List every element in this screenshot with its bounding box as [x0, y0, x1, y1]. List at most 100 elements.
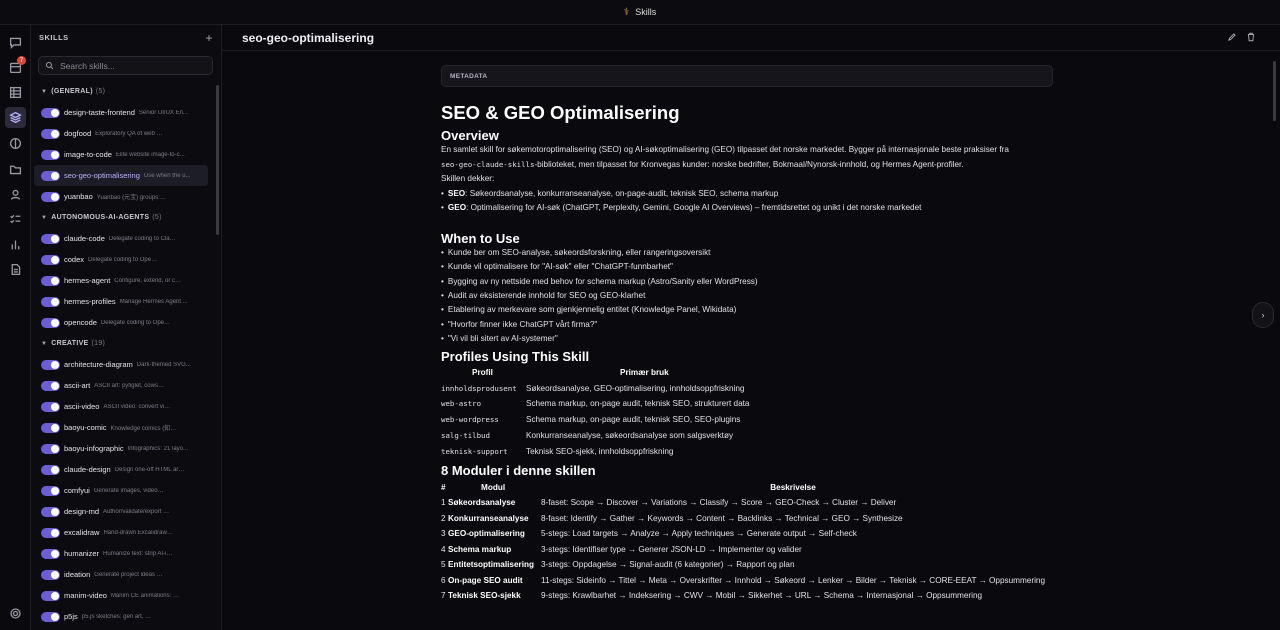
enable-toggle[interactable]	[41, 506, 60, 517]
sidebar-item-architecture-diagram[interactable]: architecture-diagram Dark-themed SVG...	[31, 354, 221, 375]
table-icon[interactable]	[8, 85, 23, 100]
group-header[interactable]: ▼ CREATIVE (19)	[31, 333, 221, 354]
sidebar-item-comfyui[interactable]: comfyuiGenerate images, video, and aud..…	[31, 480, 221, 501]
metadata-toggle[interactable]: METADATA	[441, 65, 1053, 87]
sidebar-item-ideation[interactable]: ideationGenerate project ideas via creat…	[31, 564, 221, 585]
sidebar-item-baoyu-comic[interactable]: baoyu-comic Knowledge comics (知识漫...	[31, 417, 221, 438]
module-desc: 3-stegs: Oppdagelse → Signal-audit (6 ka…	[541, 560, 795, 570]
profile-name: teknisk-support	[441, 446, 508, 456]
skill-name: opencode	[64, 318, 97, 327]
checklist-icon[interactable]	[8, 212, 23, 227]
group-label: CREATIVE	[51, 340, 89, 347]
col-profil: Profil	[472, 368, 493, 378]
chevron-right-icon[interactable]: ›	[1252, 302, 1274, 328]
skill-desc: Knowledge comics (知识漫...	[110, 426, 181, 432]
sidebar-item-ascii-art[interactable]: ascii-artASCII art: pyfiglet, cowsay, bo…	[31, 375, 221, 396]
skill-name: codex	[64, 255, 85, 264]
sidebar-item-hermes-agent[interactable]: hermes-agent Configure, extend, or cont..…	[31, 270, 221, 291]
sidebar-item-claude-design[interactable]: claude-design Design one-off HTML artif..…	[31, 459, 221, 480]
enable-toggle[interactable]	[41, 107, 60, 118]
module-desc: 3-stegs: Identifiser type → Generer JSON…	[541, 544, 802, 554]
skill-name: yuanbao	[64, 192, 93, 201]
skill-desc: ASCII video: convert video/au...	[103, 403, 174, 410]
profile-use: Konkurranseanalyse, søkeordsanalyse som …	[526, 430, 734, 440]
when-item: "Hvorfor finner ikke ChatGPT vårt firma?…	[441, 318, 1053, 332]
sidebar-item-claude-code[interactable]: claude-code Delegate coding to Claude ...	[31, 228, 221, 249]
sidebar-item-hermes-profiles[interactable]: hermes-profiles Manage Hermes Agent ...	[31, 291, 221, 312]
table-row: teknisk-support Teknisk SEO-sjekk, innhol…	[441, 443, 749, 459]
skill-desc: ASCII art: pyfiglet, cowsay, boxes...	[94, 382, 165, 389]
enable-toggle[interactable]	[41, 464, 60, 475]
enable-toggle[interactable]	[41, 611, 60, 622]
enable-toggle[interactable]	[41, 296, 60, 307]
enable-toggle[interactable]	[41, 401, 60, 412]
covers-list: SEO: Søkeordsanalyse, konkurranseanalyse…	[441, 187, 1053, 216]
main-scrollbar[interactable]	[1273, 61, 1276, 121]
covers-key: SEO	[447, 188, 466, 198]
sidebar-scrollbar[interactable]	[216, 85, 219, 235]
enable-toggle[interactable]	[41, 590, 60, 601]
enable-toggle[interactable]	[41, 548, 60, 559]
sidebar-item-excalidraw[interactable]: excalidrawHand-drawn Excalidraw JSON...	[31, 522, 221, 543]
enable-toggle[interactable]	[41, 485, 60, 496]
enable-toggle[interactable]	[41, 569, 60, 580]
add-skill-button[interactable]: +	[205, 31, 213, 45]
group-header[interactable]: ▼ AUTONOMOUS-AI-AGENTS (5)	[31, 207, 221, 228]
enable-toggle[interactable]	[41, 149, 60, 160]
sidebar-item-humanizer[interactable]: humanizerHumanize text: strip AI-isms a.…	[31, 543, 221, 564]
enable-toggle[interactable]	[41, 527, 60, 538]
enable-toggle[interactable]	[41, 443, 60, 454]
enable-toggle[interactable]	[41, 128, 60, 139]
enable-toggle[interactable]	[41, 191, 60, 202]
folder-icon[interactable]	[8, 162, 23, 177]
sidebar-item-yuanbao[interactable]: yuanbaoYuanbao (元宝) groups: @menti...	[31, 186, 221, 207]
overview-text-3: Skillen dekker:	[441, 174, 495, 183]
skills-layers-icon[interactable]	[5, 107, 26, 128]
search-skills-input[interactable]: Search skills...	[38, 56, 213, 75]
enable-toggle[interactable]	[41, 359, 60, 370]
document-icon[interactable]	[8, 262, 23, 277]
settings-gear-icon[interactable]	[8, 606, 23, 621]
module-name: Entitetsoptimalisering	[448, 560, 534, 570]
enable-toggle[interactable]	[41, 380, 60, 391]
brain-icon[interactable]	[8, 136, 23, 151]
sidebar-item-image-to-code[interactable]: image-to-code Elite website image-to-c...	[31, 144, 221, 165]
trash-icon[interactable]	[1246, 32, 1256, 42]
table-row: 6 On-page SEO audit 11-stegs: Sideinfo → T…	[441, 573, 1045, 589]
title-bar: ⚕ Skills	[0, 0, 1280, 25]
modules-table: # Modul Beskrivelse 1 Søkeordsanalyse 8-faset…	[441, 480, 1045, 604]
table-row: 4 Schema markup 3-stegs: Identifiser type …	[441, 542, 1045, 558]
enable-toggle[interactable]	[41, 317, 60, 328]
enable-toggle[interactable]	[41, 422, 60, 433]
sidebar-item-design-md[interactable]: design-mdAuthor/validate/export Googl...	[31, 501, 221, 522]
overview-heading: Overview	[441, 128, 499, 143]
inbox-icon[interactable]: 7	[8, 56, 26, 75]
module-number: 2	[441, 513, 446, 523]
enable-toggle[interactable]	[41, 254, 60, 265]
sidebar-item-dogfood[interactable]: dogfoodExploratory QA of web apps: fin..…	[31, 123, 221, 144]
sidebar-item-opencode[interactable]: opencodeDelegate coding to OpenCode...	[31, 312, 221, 333]
sidebar-item-seo-geo-optimalisering[interactable]: seo-geo-optimalisering Use when the u...	[34, 165, 208, 186]
module-desc: 11-stegs: Sideinfo → Tittel → Meta → Ove…	[541, 575, 1045, 585]
search-placeholder: Search skills...	[60, 60, 115, 71]
skill-desc: Yuanbao (元宝) groups: @menti...	[96, 195, 167, 201]
sidebar-item-codex[interactable]: codexDelegate coding to OpenAI Codex ...	[31, 249, 221, 270]
sidebar-item-manim-video[interactable]: manim-video Manim CE animations: 3Bl...	[31, 585, 221, 606]
col-primary-use: Primær bruk	[620, 368, 669, 378]
chart-icon[interactable]	[8, 237, 23, 252]
enable-toggle[interactable]	[41, 275, 60, 286]
chat-icon[interactable]	[8, 35, 23, 50]
edit-icon[interactable]	[1227, 32, 1237, 42]
user-icon[interactable]	[8, 187, 23, 202]
sidebar-item-baoyu-infographic[interactable]: baoyu-infographic Infographics: 21 layo..…	[31, 438, 221, 459]
enable-toggle[interactable]	[41, 170, 60, 181]
skill-name: ascii-art	[64, 381, 91, 390]
covers-key: GEO	[447, 202, 467, 212]
module-name: Teknisk SEO-sjekk	[448, 591, 521, 601]
sidebar-item-p5js[interactable]: p5jsp5.js sketches: gen art, shaders, in…	[31, 606, 221, 627]
overview-paragraph: En samlet skill for søkemotoroptimaliser…	[441, 143, 1053, 187]
enable-toggle[interactable]	[41, 233, 60, 244]
sidebar-item-ascii-video[interactable]: ascii-videoASCII video: convert video/au…	[31, 396, 221, 417]
sidebar-item-design-taste-frontend[interactable]: design-taste-frontend Senior UI/UX En...	[31, 102, 221, 123]
group-header[interactable]: ▼ (GENERAL) (5)	[31, 81, 221, 102]
